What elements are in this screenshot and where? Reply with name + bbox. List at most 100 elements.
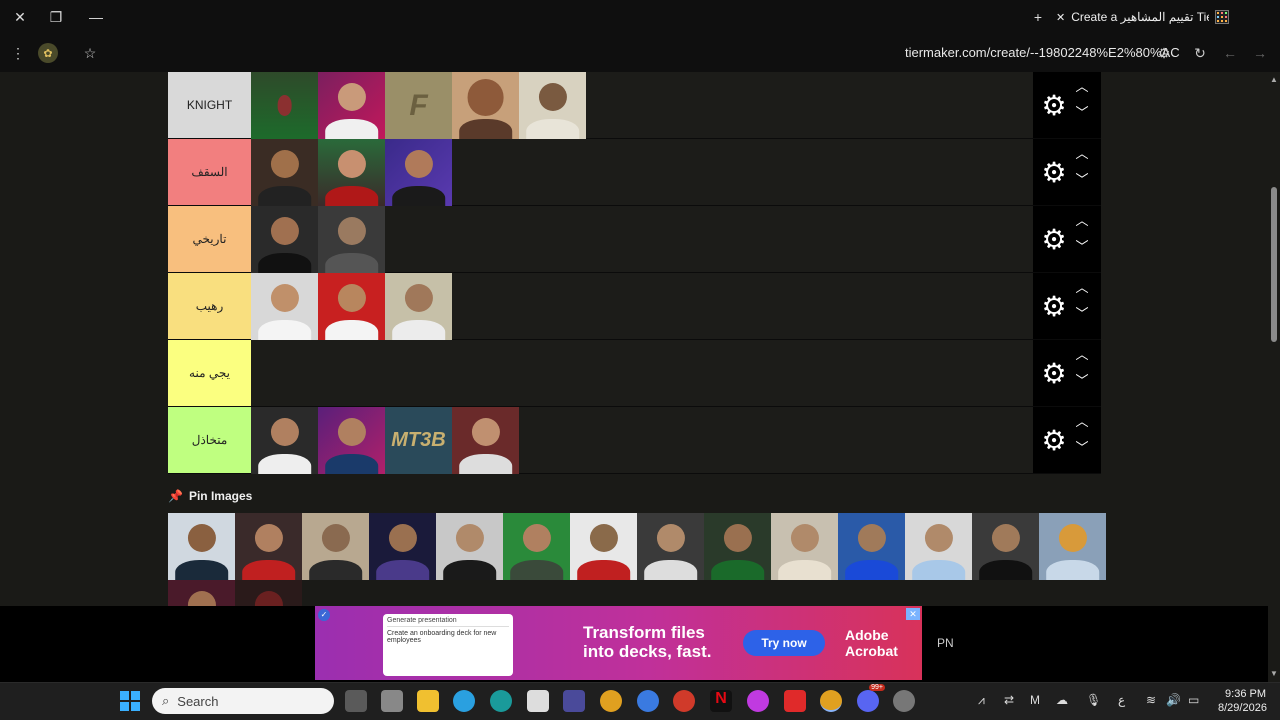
tier-image[interactable] — [318, 273, 385, 340]
tier-label[interactable]: السقف — [168, 139, 251, 205]
pin-image[interactable] — [771, 513, 838, 580]
chevron-up-icon[interactable]: ︿ — [1072, 346, 1092, 364]
netflix-icon[interactable]: N — [710, 690, 732, 712]
forward-icon[interactable]: → — [1250, 43, 1270, 63]
site-settings-icon[interactable]: ⚙ — [1154, 43, 1174, 63]
scroll-up-icon[interactable]: ▲ — [1270, 76, 1278, 84]
pdf-app-icon[interactable] — [673, 690, 695, 712]
chevron-down-icon[interactable]: ﹀ — [1072, 171, 1092, 189]
taskbar-search[interactable]: ⌕ Search — [152, 688, 334, 714]
store-icon[interactable] — [527, 690, 549, 712]
microphone-icon[interactable]: 🎙 — [1086, 693, 1101, 707]
tier-image[interactable] — [385, 273, 452, 340]
vpn-tray-icon[interactable]: ⩘ — [978, 693, 985, 708]
language-icon[interactable]: ع — [1118, 693, 1125, 707]
tier-image[interactable] — [318, 407, 385, 474]
wps-icon[interactable] — [784, 690, 806, 712]
mail-icon[interactable] — [563, 690, 585, 712]
tier-image[interactable] — [452, 407, 519, 474]
close-window-icon[interactable]: ✕ — [8, 6, 32, 28]
pin-image[interactable] — [235, 513, 302, 580]
gear-icon[interactable]: ⚙ — [1039, 225, 1069, 255]
chevron-down-icon[interactable]: ﹀ — [1072, 238, 1092, 256]
browser-tab[interactable]: ✕ Create a تقييم المشاهير Tier List — [1056, 4, 1276, 30]
pin-image[interactable] — [369, 513, 436, 580]
gear-icon[interactable]: ⚙ — [1039, 292, 1069, 322]
volume-icon[interactable]: 🔊 — [1166, 693, 1181, 707]
chevron-up-icon[interactable]: ︿ — [1072, 279, 1092, 297]
chrome-active-icon[interactable] — [820, 690, 842, 712]
tier-image[interactable]: F — [385, 72, 452, 139]
tier-image[interactable] — [318, 72, 385, 139]
pin-image[interactable] — [637, 513, 704, 580]
pin-image[interactable] — [704, 513, 771, 580]
try-now-button[interactable]: Try now — [743, 630, 825, 656]
reload-icon[interactable]: ↻ — [1190, 43, 1210, 63]
scroll-thumb[interactable] — [1271, 187, 1277, 342]
messenger-icon[interactable] — [637, 690, 659, 712]
tier-items[interactable] — [251, 139, 1033, 206]
tier-image[interactable] — [251, 273, 318, 340]
chevron-down-icon[interactable]: ﹀ — [1072, 372, 1092, 390]
new-tab-icon[interactable]: + — [1026, 6, 1050, 28]
page-scrollbar[interactable]: ▲ ▼ — [1268, 72, 1280, 682]
tier-image[interactable] — [251, 139, 318, 206]
tier-items[interactable] — [251, 206, 1033, 273]
chevron-down-icon[interactable]: ﹀ — [1072, 305, 1092, 323]
url-text[interactable]: tiermaker.com/create/--19802248%E2%80%AC — [905, 45, 1180, 60]
pin-image[interactable] — [905, 513, 972, 580]
tier-label[interactable]: KNIGHT — [168, 72, 251, 138]
chevron-up-icon[interactable]: ︿ — [1072, 145, 1092, 163]
tier-items[interactable] — [251, 340, 1033, 406]
tier-image[interactable] — [318, 206, 385, 273]
minimize-window-icon[interactable]: — — [84, 6, 108, 28]
ad-close-icon[interactable]: ✕ — [906, 608, 920, 620]
chevron-down-icon[interactable]: ﹀ — [1072, 439, 1092, 457]
windows-start-icon[interactable] — [120, 691, 140, 711]
scroll-down-icon[interactable]: ▼ — [1270, 670, 1278, 678]
profile-avatar[interactable]: ✿ — [38, 43, 58, 63]
pin-image[interactable] — [1039, 513, 1106, 580]
back-icon[interactable]: ← — [1220, 43, 1240, 63]
tier-image[interactable] — [385, 139, 452, 206]
gear-icon[interactable]: ⚙ — [1039, 426, 1069, 456]
tier-image[interactable]: MT3B — [385, 407, 452, 474]
tier-items[interactable]: F — [251, 72, 1033, 139]
chevron-down-icon[interactable]: ﹀ — [1072, 104, 1092, 122]
telegram-icon[interactable] — [453, 690, 475, 712]
pin-image[interactable] — [235, 580, 302, 606]
pin-image[interactable] — [570, 513, 637, 580]
tier-image[interactable] — [251, 407, 318, 474]
chevron-up-icon[interactable]: ︿ — [1072, 78, 1092, 96]
tray-mail-icon[interactable]: M — [1030, 693, 1040, 707]
pin-image[interactable] — [168, 513, 235, 580]
restore-window-icon[interactable]: ❐ — [44, 6, 68, 28]
pin-image[interactable] — [838, 513, 905, 580]
tier-items[interactable]: MT3B — [251, 407, 1033, 474]
photos-icon[interactable] — [747, 690, 769, 712]
tier-image[interactable] — [519, 72, 586, 139]
file-explorer-icon[interactable] — [417, 690, 439, 712]
edge-icon[interactable] — [490, 690, 512, 712]
tier-label[interactable]: رهيب — [168, 273, 251, 339]
tier-label[interactable]: يجي منه — [168, 340, 251, 406]
tier-label[interactable]: متخاذل — [168, 407, 251, 473]
close-tab-icon[interactable]: ✕ — [1056, 11, 1065, 24]
pin-image[interactable] — [168, 580, 235, 606]
tray-app-icon[interactable]: ⇄ — [1004, 693, 1014, 707]
pin-image[interactable] — [503, 513, 570, 580]
gear-icon[interactable]: ⚙ — [1039, 91, 1069, 121]
bookmark-star-icon[interactable]: ☆ — [80, 43, 100, 63]
wifi-icon[interactable]: ≋ — [1146, 693, 1156, 707]
tier-image[interactable] — [452, 72, 519, 139]
gear-icon[interactable]: ⚙ — [1039, 158, 1069, 188]
task-view-icon[interactable] — [345, 690, 367, 712]
adchoices-icon[interactable]: ✓ — [318, 609, 330, 621]
onedrive-icon[interactable]: ☁ — [1056, 693, 1068, 707]
menu-dots-icon[interactable]: ⋮ — [8, 43, 28, 63]
gear-icon[interactable]: ⚙ — [1039, 359, 1069, 389]
discord-icon[interactable]: 99+ — [857, 684, 885, 712]
ad-banner[interactable]: ✓ ✕ Generate presentation Create an onbo… — [315, 606, 922, 680]
tier-label[interactable]: تاريخي — [168, 206, 251, 272]
pin-image[interactable] — [972, 513, 1039, 580]
